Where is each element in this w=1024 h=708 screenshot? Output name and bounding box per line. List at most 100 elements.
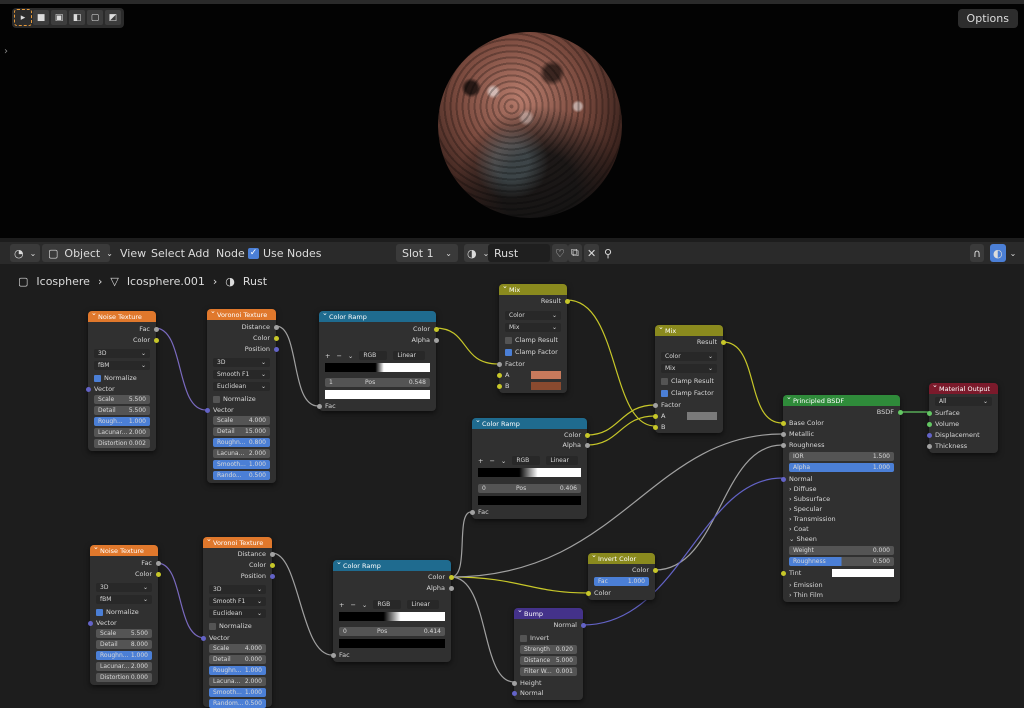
menu-add[interactable]: Add (188, 244, 209, 262)
node-header[interactable]: Voronoi Texture (207, 307, 276, 320)
remove-stop-icon[interactable]: − (350, 601, 355, 609)
node-header[interactable]: Color Ramp (319, 309, 436, 322)
distortion-field[interactable]: Distortion 0.000 (96, 673, 152, 682)
metric-dropdown[interactable]: Euclidean ⌄ (209, 609, 266, 618)
invert-checkbox[interactable]: Invert (514, 633, 583, 643)
distance-field[interactable]: Distance 5.000 (520, 656, 577, 665)
dimension-dropdown[interactable]: 3D ⌄ (94, 349, 150, 358)
snap-button[interactable]: ∩ (970, 244, 985, 262)
metric-dropdown[interactable]: Euclidean ⌄ (213, 382, 270, 391)
scale-field[interactable]: Scale 4.000 (209, 644, 266, 653)
sidebar-toggle-icon[interactable]: › (4, 46, 8, 57)
lacunarity-field[interactable]: Lacuna... 2.000 (213, 449, 270, 458)
input-a[interactable]: A (496, 370, 567, 380)
noise-type-dropdown[interactable]: fBM ⌄ (94, 361, 150, 370)
clamp-result-checkbox[interactable]: Clamp Result (499, 335, 567, 345)
feature-dropdown[interactable]: Smooth F1 ⌄ (209, 597, 266, 606)
add-stop-icon[interactable]: + (325, 352, 330, 360)
panel-specular[interactable]: › Specular (783, 504, 900, 514)
remove-stop-icon[interactable]: − (336, 352, 341, 360)
select-tool-icon[interactable]: ▸ (14, 9, 32, 26)
chevron-down-icon[interactable]: ⌄ (501, 457, 506, 465)
panel-thin-film[interactable]: › Thin Film (783, 590, 900, 600)
ior-field[interactable]: IOR 1.500 (789, 452, 894, 461)
clamp-factor-checkbox[interactable]: Clamp Factor (655, 388, 723, 398)
object-mode-dropdown[interactable]: ▢ Object ⌄ (42, 244, 113, 262)
material-name-field[interactable]: Rust (488, 244, 550, 262)
data-type-dropdown[interactable]: Color ⌄ (505, 311, 561, 320)
use-nodes-toggle[interactable]: ✓ Use Nodes (248, 244, 322, 262)
target-dropdown[interactable]: All ⌄ (935, 397, 992, 406)
mix-node[interactable]: Mix Result Color⌄ Mix⌄ Clamp Result Clam… (496, 282, 570, 393)
interpolation-dropdown[interactable]: Linear (546, 456, 579, 465)
color-ramp-node[interactable]: Color Ramp Color Alpha +−⌄ RGB Linear 1 … (316, 309, 439, 411)
add-stop-icon[interactable]: + (339, 601, 344, 609)
color-ramp-node[interactable]: Color Ramp Color Alpha +−⌄ RGB Linear 0 … (469, 416, 590, 519)
randomness-field[interactable]: Rando... 0.500 (213, 471, 270, 480)
color-mode-dropdown[interactable]: RGB (512, 456, 541, 465)
stop-position-field[interactable]: Pos 0.406 (512, 484, 581, 493)
options-button[interactable]: Options (957, 9, 1018, 28)
panel-subsurface[interactable]: › Subsurface (783, 494, 900, 504)
fake-user-button[interactable]: ♡ (552, 244, 568, 262)
fac-field[interactable]: Fac 1.000 (594, 577, 649, 586)
detail-field[interactable]: Detail 15.000 (213, 427, 270, 436)
ramp-gradient[interactable] (478, 468, 581, 477)
menu-view[interactable]: View (120, 244, 146, 262)
stop-position-field[interactable]: Pos 0.548 (361, 378, 430, 387)
noise-texture-node[interactable]: Noise Texture Fac Color 3D⌄ fBM⌄ Normali… (85, 309, 159, 451)
roughness-field[interactable]: Rough... 1.000 (94, 417, 150, 426)
duplicate-material-button[interactable]: ⧉ (568, 244, 582, 262)
slot-dropdown[interactable]: Slot 1 ⌄ (396, 244, 458, 262)
interpolation-dropdown[interactable]: Linear (393, 351, 426, 360)
select-intersect-icon[interactable]: ◩ (105, 10, 121, 25)
input-a[interactable]: A (652, 411, 723, 421)
3d-viewport[interactable]: ▸ ■ ▣ ◧ ▢ ◩ Options › (0, 0, 1024, 238)
noise-texture-node[interactable]: Noise Texture Fac Color 3D⌄ fBM⌄ Normali… (87, 543, 161, 685)
normalize-checkbox[interactable]: Normalize (90, 607, 158, 617)
alpha-field[interactable]: Alpha 1.000 (789, 463, 894, 472)
ramp-gradient[interactable] (325, 363, 430, 372)
node-header[interactable]: Voronoi Texture (203, 535, 272, 548)
noise-type-dropdown[interactable]: fBM ⌄ (96, 595, 152, 604)
remove-stop-icon[interactable]: − (489, 457, 494, 465)
material-output-node[interactable]: Material Output All⌄ Surface Volume Disp… (926, 381, 998, 453)
lacunarity-field[interactable]: Lacunar... 2.000 (94, 428, 150, 437)
mix-node[interactable]: Mix Result Color⌄ Mix⌄ Clamp Result Clam… (652, 323, 726, 433)
detail-field[interactable]: Detail 5.500 (94, 406, 150, 415)
panel-transmission[interactable]: › Transmission (783, 514, 900, 524)
panel-diffuse[interactable]: › Diffuse (783, 484, 900, 494)
normalize-checkbox[interactable]: Normalize (207, 394, 276, 404)
ramp-gradient[interactable] (339, 612, 445, 621)
interpolation-dropdown[interactable]: Linear (407, 600, 440, 609)
input-b[interactable]: B (496, 381, 567, 391)
stop-index-field[interactable]: 1 (325, 378, 366, 387)
color-mode-dropdown[interactable]: RGB (373, 600, 402, 609)
editor-type-button[interactable]: ◔ ⌄ (10, 244, 41, 262)
voronoi-texture-node[interactable]: Voronoi Texture Distance Color Position … (204, 307, 279, 483)
node-header[interactable]: Noise Texture (90, 543, 158, 556)
clamp-result-checkbox[interactable]: Clamp Result (655, 376, 723, 386)
blend-mode-dropdown[interactable]: Mix ⌄ (505, 323, 561, 332)
smoothness-field[interactable]: Smooth... 1.000 (213, 460, 270, 469)
filter-width-field[interactable]: Filter W... 0.001 (520, 667, 577, 676)
panel-coat[interactable]: › Coat (783, 524, 900, 534)
normalize-checkbox[interactable]: Normalize (88, 373, 156, 383)
node-header[interactable]: Material Output (929, 381, 998, 394)
unlink-material-button[interactable]: ✕ (584, 244, 600, 262)
menu-select[interactable]: Select (151, 244, 185, 262)
detail-field[interactable]: Detail 0.000 (209, 655, 266, 664)
chevron-down-icon[interactable]: ⌄ (362, 601, 367, 609)
stop-color-swatch[interactable] (325, 390, 430, 399)
voronoi-texture-node[interactable]: Voronoi Texture Distance Color Position … (200, 535, 275, 708)
stop-color-swatch[interactable] (478, 496, 581, 505)
normalize-checkbox[interactable]: Normalize (203, 621, 272, 631)
select-extend-icon[interactable]: ▣ (51, 10, 67, 25)
node-header[interactable]: Noise Texture (88, 309, 156, 322)
bump-node[interactable]: Bump Normal Invert Strength0.020 Distanc… (511, 606, 586, 700)
sheen-tint[interactable]: Tint (780, 568, 900, 578)
dimension-dropdown[interactable]: 3D ⌄ (209, 585, 266, 594)
sheen-weight-field[interactable]: Weight 0.000 (789, 546, 894, 555)
stop-index-field[interactable]: 0 (478, 484, 515, 493)
panel-sheen[interactable]: ⌄ Sheen (783, 534, 900, 544)
